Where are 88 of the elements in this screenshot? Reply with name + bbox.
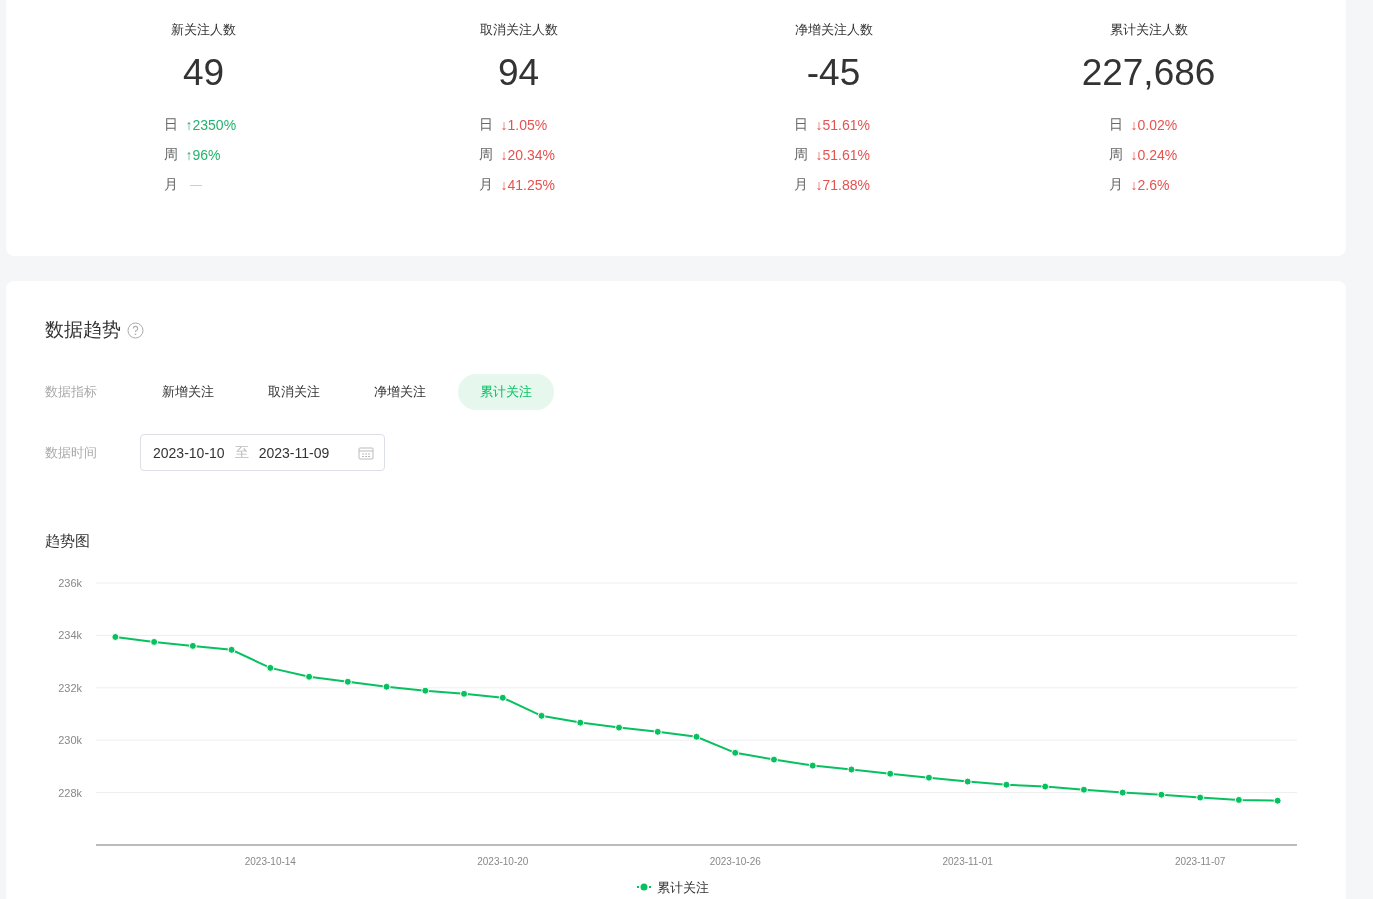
data-point [1079, 785, 1088, 794]
y-axis-label: 236k [58, 577, 82, 589]
change-value: ↓51.61% [815, 117, 870, 133]
data-point [886, 769, 895, 778]
data-point [731, 748, 740, 757]
data-point [963, 777, 972, 786]
period-label: 周 [1108, 146, 1123, 164]
data-point [1273, 796, 1282, 805]
data-point [537, 711, 546, 720]
section-title: 数据趋势 [45, 318, 121, 342]
period-label: 月 [478, 176, 493, 194]
date-range-field[interactable]: 2023-10-10 至 2023-11-09 [140, 434, 385, 471]
data-point [421, 686, 430, 695]
x-axis-label: 2023-11-07 [1174, 856, 1226, 867]
range-separator: 至 [234, 443, 249, 462]
period-label: 日 [793, 116, 808, 134]
no-data-dash [189, 184, 202, 186]
change-value: ↓20.34% [500, 147, 555, 163]
period-label: 周 [478, 146, 493, 164]
change-value: ↓41.25% [500, 177, 555, 193]
change-value: ↓71.88% [815, 177, 870, 193]
data-point [692, 732, 701, 741]
filter-label: 数据时间 [45, 443, 98, 462]
data-point [653, 727, 662, 736]
data-point [808, 761, 817, 770]
data-point [1002, 780, 1011, 789]
x-axis-label: 2023-10-26 [709, 856, 761, 867]
data-point [150, 637, 159, 646]
data-point [1234, 795, 1243, 804]
legend-marker-icon [636, 883, 652, 891]
change-value: ↓2.6% [1130, 177, 1170, 193]
calendar-icon [358, 445, 374, 460]
data-point [382, 682, 391, 691]
change-value: ↑96% [185, 147, 221, 163]
stat-value: 227,686 [1081, 51, 1216, 95]
y-axis-label: 230k [58, 734, 82, 747]
x-axis-label: 2023-10-14 [244, 856, 296, 867]
period-label: 周 [163, 146, 178, 164]
stat-value: 94 [497, 51, 540, 95]
change-value: ↓0.24% [1130, 147, 1178, 163]
y-axis-label: 232k [58, 681, 82, 694]
data-point [305, 672, 314, 681]
y-axis-label: 228k [58, 786, 82, 799]
period-label: 日 [163, 116, 178, 134]
data-point [188, 641, 197, 650]
data-point [498, 693, 507, 702]
stat-title: 累计关注人数 [1109, 21, 1188, 39]
change-value: ↓51.61% [815, 147, 870, 163]
data-point [1196, 793, 1205, 802]
stat-value: -45 [806, 51, 861, 95]
data-point [615, 723, 623, 732]
period-label: 月 [163, 176, 178, 194]
filter-label: 数据指标 [45, 383, 98, 401]
metric-tab[interactable]: 取消关注 [246, 374, 342, 410]
data-point [1118, 788, 1127, 797]
data-point [460, 689, 469, 698]
change-value: ↑2350% [185, 117, 237, 133]
period-label: 日 [1108, 116, 1123, 134]
data-point [227, 645, 236, 654]
data-point [343, 677, 352, 686]
data-point [770, 755, 778, 764]
stat-title: 净增关注人数 [794, 21, 873, 39]
period-label: 月 [1108, 176, 1123, 194]
start-date: 2023-10-10 [153, 444, 225, 461]
change-value: ↓1.05% [500, 117, 548, 133]
legend-label[interactable]: 累计关注 [657, 880, 709, 895]
data-point [924, 773, 933, 782]
data-point [111, 632, 120, 641]
end-date: 2023-11-09 [258, 444, 330, 461]
stat-title: 取消关注人数 [479, 21, 558, 39]
data-point [266, 663, 275, 672]
change-value: ↓0.02% [1130, 117, 1178, 133]
y-axis-label: 234k [58, 629, 82, 642]
stat-value: 49 [182, 51, 225, 95]
period-label: 周 [793, 146, 808, 164]
period-label: 月 [793, 176, 808, 194]
chart-title: 趋势图 [45, 531, 91, 551]
data-point [1157, 790, 1166, 799]
data-point [1041, 782, 1050, 791]
period-label: 日 [478, 116, 493, 134]
stat-title: 新关注人数 [171, 21, 236, 39]
data-point [576, 718, 585, 727]
x-axis-label: 2023-11-01 [942, 856, 993, 867]
metric-tab[interactable]: 净增关注 [352, 374, 448, 410]
data-point [847, 765, 856, 774]
help-icon[interactable] [127, 321, 144, 339]
x-axis-label: 2023-10-20 [477, 856, 529, 867]
metric-tab[interactable]: 新增关注 [140, 374, 236, 410]
